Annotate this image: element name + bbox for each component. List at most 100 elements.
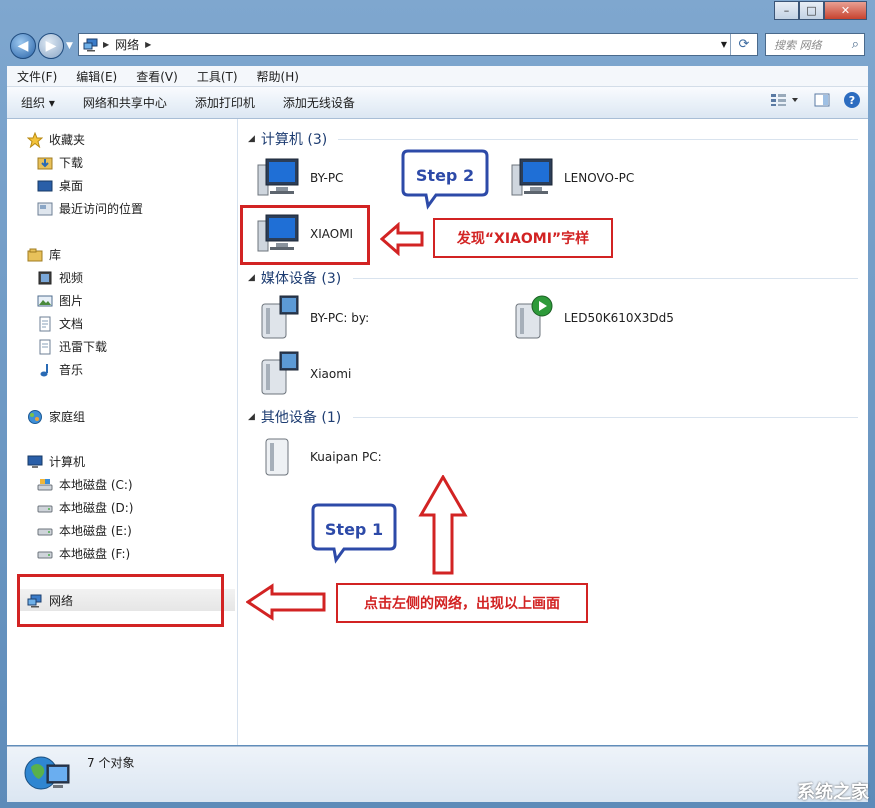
sidebar-item-pictures[interactable]: 图片	[37, 292, 83, 309]
add-printer-button[interactable]: 添加打印机	[181, 94, 269, 111]
item-label: BY-PC	[310, 171, 344, 185]
hard-drive-icon	[37, 551, 53, 558]
highlight-box-network	[17, 574, 224, 627]
sidebar-label: 音乐	[59, 363, 84, 377]
sidebar-item-disk-f[interactable]: 本地磁盘 (F:)	[37, 545, 130, 562]
collapse-icon[interactable]: ◢	[248, 273, 255, 283]
address-row: ◀ ▶ ▼ ▶ 网络 ▶ ▼ ⟳ 搜索 网络 ⌕	[0, 28, 875, 64]
video-icon	[38, 271, 52, 284]
details-pane: 7 个对象	[7, 746, 868, 802]
watermark-logo: 系统之家	[797, 782, 869, 803]
menu-help[interactable]: 帮助(H)	[247, 68, 308, 85]
sidebar-label: 本地磁盘 (C:)	[59, 478, 133, 492]
menu-file[interactable]: 文件(F)	[7, 68, 66, 85]
media-server-icon	[261, 295, 299, 339]
collapse-icon[interactable]: ◢	[248, 412, 255, 422]
change-view-icon[interactable]	[770, 93, 800, 107]
sidebar-item-music[interactable]: 音乐	[37, 361, 83, 378]
sidebar-item-disk-d[interactable]: 本地磁盘 (D:)	[37, 499, 133, 516]
breadcrumb-network[interactable]: 网络	[115, 36, 139, 53]
sidebar-item-libraries[interactable]: 库	[27, 246, 61, 263]
pictures-icon	[37, 295, 53, 306]
highlight-box-xiaomi	[240, 205, 370, 265]
sidebar-label: 本地磁盘 (E:)	[59, 524, 132, 538]
arrow-left-icon	[246, 583, 326, 621]
sidebar-label: 下载	[59, 156, 84, 170]
search-input[interactable]: 搜索 网络 ⌕	[765, 33, 865, 56]
computer-item-by-pc[interactable]: BY-PC	[256, 157, 343, 199]
sidebar-item-documents[interactable]: 文档	[37, 315, 83, 332]
group-divider	[338, 139, 858, 140]
network-icon	[83, 38, 98, 51]
arrow-left-icon	[380, 222, 424, 256]
refresh-icon[interactable]: ⟳	[730, 34, 757, 55]
star-icon	[27, 131, 43, 148]
media-player-icon	[515, 295, 553, 339]
music-note-icon	[40, 363, 48, 376]
group-header-computers[interactable]: ◢ 计算机 (3)	[248, 129, 327, 149]
sidebar-item-recent-places[interactable]: 最近访问的位置	[37, 200, 143, 217]
menu-tools[interactable]: 工具(T)	[187, 68, 247, 85]
group-title: 媒体设备 (3)	[260, 271, 342, 287]
media-item-xiaomi[interactable]: Xiaomi	[256, 350, 351, 398]
group-divider	[353, 417, 858, 418]
sidebar-item-homegroup[interactable]: 家庭组	[27, 408, 85, 425]
breadcrumb-separator-icon[interactable]: ▶	[145, 40, 151, 49]
sidebar-item-desktop[interactable]: 桌面	[37, 177, 83, 194]
menu-view[interactable]: 查看(V)	[126, 68, 187, 85]
group-title: 计算机 (3)	[260, 132, 328, 148]
sidebar-label: 本地磁盘 (F:)	[59, 547, 131, 561]
search-placeholder: 搜索 网络	[774, 38, 822, 52]
group-header-media[interactable]: ◢ 媒体设备 (3)	[248, 268, 341, 288]
help-icon[interactable]: ?	[844, 92, 860, 108]
sidebar-item-videos[interactable]: 视频	[37, 269, 83, 286]
callout-found-xiaomi: 发现“XIAOMI”字样	[433, 218, 613, 258]
window-frame: – □ ✕ ◀ ▶ ▼ ▶ 网络 ▶ ▼ ⟳ 搜索 网络 ⌕ 文件(F) 编辑(…	[0, 0, 875, 808]
sidebar-item-computer[interactable]: 计算机	[27, 453, 85, 470]
forward-arrow-icon: ▶	[45, 38, 57, 54]
documents-icon	[39, 316, 51, 331]
sidebar-item-disk-e[interactable]: 本地磁盘 (E:)	[37, 522, 132, 539]
add-wireless-device-button[interactable]: 添加无线设备	[269, 94, 369, 111]
sidebar-label: 本地磁盘 (D:)	[59, 501, 134, 515]
organize-button[interactable]: 组织 ▾	[7, 94, 69, 111]
sidebar-item-favorites[interactable]: 收藏夹	[27, 131, 85, 148]
sidebar-label: 文档	[59, 317, 84, 331]
back-button[interactable]: ◀	[10, 33, 36, 59]
preview-pane-icon[interactable]	[814, 93, 830, 107]
sidebar-item-downloads[interactable]: 下载	[37, 154, 83, 171]
system-drive-icon	[37, 478, 53, 490]
sidebar-label: 桌面	[59, 179, 84, 193]
downloads-folder-icon	[37, 157, 53, 169]
sidebar-item-disk-c[interactable]: 本地磁盘 (C:)	[37, 476, 133, 493]
address-dropdown-icon[interactable]: ▼	[721, 40, 727, 49]
computer-item-lenovo-pc[interactable]: LENOVO-PC	[510, 157, 634, 199]
sidebar-label: 视频	[59, 271, 84, 285]
computer-monitor-icon	[511, 158, 553, 196]
menu-edit[interactable]: 编辑(E)	[66, 68, 126, 85]
group-header-other[interactable]: ◢ 其他设备 (1)	[248, 407, 341, 427]
item-label: LENOVO-PC	[564, 171, 635, 185]
sidebar-item-xunlei-downloads[interactable]: 迅雷下载	[37, 338, 107, 355]
sidebar-label: 家庭组	[49, 410, 86, 424]
back-arrow-icon: ◀	[17, 38, 29, 54]
content-area: 收藏夹 下载 桌面 最近访问的位置 库 视频 图片 文档 迅雷下载 音乐 家庭组…	[7, 119, 868, 745]
forward-button[interactable]: ▶	[38, 33, 64, 59]
navigation-pane: 收藏夹 下载 桌面 最近访问的位置 库 视频 图片 文档 迅雷下载 音乐 家庭组…	[7, 119, 238, 745]
address-bar[interactable]: ▶ 网络 ▶ ▼ ⟳	[78, 33, 758, 56]
other-item-kuaipan[interactable]: Kuaipan PC:	[256, 435, 382, 479]
collapse-icon[interactable]: ◢	[248, 134, 255, 144]
search-icon[interactable]: ⌕	[852, 37, 859, 52]
homegroup-icon	[28, 409, 42, 424]
media-item-led-tv[interactable]: LED50K610X3Dd5	[510, 294, 674, 342]
media-item-by-pc[interactable]: BY-PC: by:	[256, 294, 369, 342]
command-bar: 组织 ▾ 网络和共享中心 添加打印机 添加无线设备 ?	[7, 87, 868, 119]
item-label: LED50K610X3Dd5	[564, 311, 674, 325]
step2-label: Step 2	[415, 166, 475, 185]
minimize-button[interactable]: –	[774, 1, 799, 20]
close-button[interactable]: ✕	[824, 1, 867, 20]
recent-pages-dropdown-icon[interactable]: ▼	[66, 41, 73, 51]
network-sharing-center-button[interactable]: 网络和共享中心	[69, 94, 181, 111]
sidebar-label: 图片	[59, 294, 84, 308]
maximize-button[interactable]: □	[799, 1, 824, 20]
